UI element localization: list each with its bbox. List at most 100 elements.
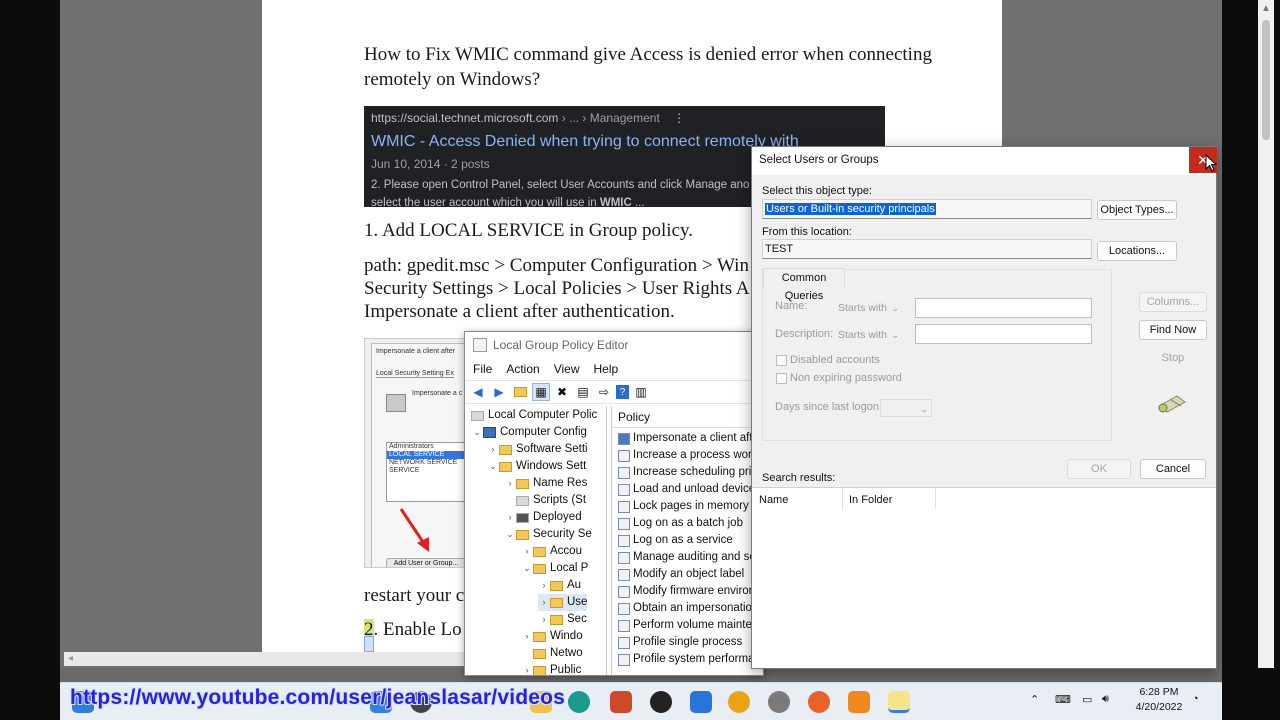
menu-action[interactable]: Action — [506, 362, 539, 376]
notepad-icon[interactable] — [888, 691, 910, 713]
policy-row[interactable]: Load and unload device d — [618, 481, 763, 498]
gpe-policy-pane[interactable]: Policy Impersonate a client after Increa… — [611, 406, 763, 675]
show-hidden-icons-icon[interactable]: ⌃ — [1030, 693, 1039, 706]
up-folder-icon[interactable] — [511, 383, 529, 401]
properties-icon[interactable]: ▤ — [574, 383, 592, 401]
help-icon[interactable]: ? — [616, 385, 629, 399]
name-match-select[interactable]: Starts with ⌄ — [836, 299, 902, 317]
find-now-button[interactable]: Find Now — [1139, 320, 1207, 340]
non-expiring-checkbox[interactable] — [776, 373, 787, 384]
ok-button[interactable]: OK — [1067, 459, 1131, 479]
tree-item[interactable]: › Deployed — [504, 509, 582, 526]
disabled-accounts-checkbox[interactable] — [776, 355, 787, 366]
group-policy-editor-window[interactable]: Local Group Policy Editor File Action Vi… — [464, 331, 764, 676]
tree-item[interactable]: Netwo — [521, 645, 583, 662]
location-field[interactable]: TEST — [762, 239, 1092, 259]
tab-common-queries[interactable]: Common Queries — [763, 268, 845, 302]
tree-item[interactable]: › Public — [521, 662, 581, 675]
policy-row[interactable]: Log on as a batch job — [618, 515, 743, 532]
policy-row[interactable]: Modify firmware environ — [618, 583, 755, 600]
tree-item[interactable]: Scripts (St — [504, 492, 586, 509]
column-header-folder[interactable]: In Folder — [849, 494, 892, 506]
policy-row[interactable]: Increase scheduling priori — [618, 464, 763, 481]
media-player-icon[interactable] — [650, 691, 672, 713]
days-since-logon-select[interactable]: ⌄ — [880, 399, 932, 417]
select-users-dialog[interactable]: Select Users or Groups ✕ Select this obj… — [751, 146, 1217, 669]
volume-icon[interactable]: 🔊︎ — [1102, 693, 1109, 706]
gpe-toolbar: ◀ ▶ ▦ ✖ ▤ ⇨ ? ▥ — [465, 380, 763, 404]
scroll-left-icon[interactable]: ◂ — [68, 653, 73, 664]
vertical-scrollbar[interactable]: ▲ — [1258, 0, 1274, 668]
doc-path-line-1: path: gpedit.msc > Computer Configuratio… — [364, 255, 749, 276]
policy-row[interactable]: Impersonate a client after — [618, 430, 763, 447]
policy-row[interactable]: Increase a process workin — [618, 447, 763, 464]
scroll-up-icon[interactable]: ▲ — [1261, 3, 1271, 14]
export-list-icon[interactable]: ⇨ — [595, 383, 613, 401]
office-icon[interactable] — [610, 691, 632, 713]
object-types-button[interactable]: Object Types... — [1097, 200, 1177, 220]
object-type-field[interactable]: Users or Built-in security principals — [762, 199, 1092, 219]
tree-item[interactable]: ⌄ Windows Sett — [487, 458, 586, 475]
stop-button[interactable]: Stop — [1139, 348, 1207, 368]
description-query-input[interactable] — [915, 324, 1092, 344]
policy-row[interactable]: Profile single process — [618, 634, 742, 651]
taskbar-clock[interactable]: 6:28 PM 4/20/2022 — [1128, 685, 1190, 715]
tree-item[interactable]: › Windo — [521, 628, 583, 645]
edge-icon[interactable] — [568, 691, 590, 713]
description-match-select[interactable]: Starts with ⌄ — [836, 326, 902, 344]
policy-row[interactable]: Manage auditing and sec — [618, 549, 762, 566]
tree-item[interactable]: › Sec — [538, 611, 587, 628]
cancel-button[interactable]: Cancel — [1140, 459, 1206, 479]
gpe-tree-pane[interactable]: Local Computer Polic ⌄ Computer Config › S… — [465, 406, 607, 675]
firefox-icon[interactable] — [808, 691, 830, 713]
snippet-menu-icon[interactable]: ⋮ — [673, 111, 685, 125]
policy-row[interactable]: Lock pages in memory — [618, 498, 749, 515]
notification-icon[interactable]: ◔ — [1192, 693, 1199, 705]
tree-item[interactable]: › Accou — [521, 543, 582, 560]
search-results-list[interactable]: Name In Folder — [752, 487, 1216, 668]
column-header-name[interactable]: Name — [759, 494, 788, 506]
snippet-url[interactable]: https://social.technet.microsoft.com › .… — [371, 111, 685, 125]
delete-icon[interactable]: ✖ — [553, 383, 571, 401]
snippet-title-link[interactable]: WMIC - Access Denied when trying to conn… — [371, 133, 799, 151]
show-hide-tree-icon[interactable]: ▦ — [532, 383, 550, 401]
tree-item[interactable]: ⌄ Computer Config — [471, 424, 587, 441]
snipping-tool-icon[interactable] — [848, 691, 870, 713]
policy-row[interactable]: Modify an object label — [618, 566, 744, 583]
view-icon[interactable]: ▥ — [632, 383, 650, 401]
menu-view[interactable]: View — [554, 362, 580, 376]
tree-item[interactable]: ⌄ Local P — [521, 560, 588, 577]
policy-row[interactable]: Obtain an impersonation — [618, 600, 758, 617]
tree-item[interactable]: › Name Res — [504, 475, 588, 492]
policy-row[interactable]: Perform volume mainten — [618, 617, 758, 634]
chrome-icon[interactable] — [728, 691, 750, 713]
doc-step1-title: 1. Add LOCAL SERVICE in Group policy. — [364, 220, 694, 241]
locations-button[interactable]: Locations... — [1097, 241, 1177, 261]
gpe-titlebar[interactable]: Local Group Policy Editor — [465, 332, 763, 358]
whiteboard-icon[interactable] — [690, 691, 712, 713]
columns-button[interactable]: Columns... — [1139, 292, 1207, 312]
tree-item[interactable]: Local Computer Polic — [471, 407, 597, 424]
tree-item[interactable]: › Software Setti — [487, 441, 588, 458]
name-query-input[interactable] — [915, 298, 1092, 318]
letterbox-left — [0, 0, 60, 720]
menu-file[interactable]: File — [473, 362, 492, 376]
back-icon[interactable]: ◀ — [469, 383, 487, 401]
scrollbar-thumb[interactable] — [1262, 20, 1270, 140]
tree-item[interactable]: ⌄ Security Se — [504, 526, 592, 543]
network-icon[interactable]: ▭ — [1082, 693, 1092, 706]
tree-item-selected[interactable]: › Use — [538, 594, 588, 611]
gpe-menubar: File Action View Help — [465, 358, 763, 380]
dialog-titlebar[interactable]: Select Users or Groups — [752, 147, 1216, 175]
policy-row[interactable]: Profile system performan — [618, 651, 761, 668]
settings-gear-icon[interactable] — [768, 691, 790, 713]
forward-icon[interactable]: ▶ — [490, 383, 508, 401]
policy-row[interactable]: Log on as a service — [618, 532, 733, 549]
keyboard-icon[interactable]: ⌨ — [1055, 693, 1071, 706]
chevron-down-icon: ⌄ — [920, 404, 928, 414]
tree-item[interactable]: › Au — [538, 577, 582, 594]
menu-help[interactable]: Help — [594, 362, 619, 376]
location-label: From this location: — [762, 226, 852, 238]
policy-column-header[interactable]: Policy — [612, 406, 763, 428]
screen: ▲ How to Fix WMIC command give Access is… — [0, 0, 1280, 720]
